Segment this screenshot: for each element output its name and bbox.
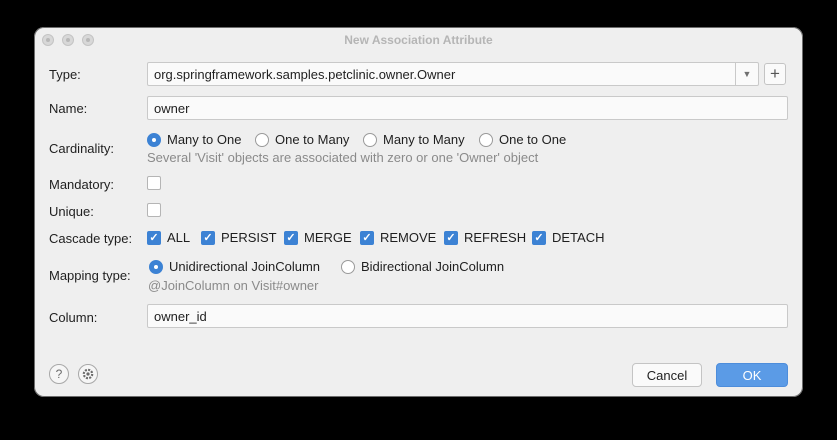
add-type-button[interactable]: +	[764, 63, 786, 85]
help-icon: ?	[55, 367, 63, 381]
radio-label: Many to One	[167, 132, 242, 147]
name-field[interactable]: owner	[147, 96, 788, 120]
type-value: org.springframework.samples.petclinic.ow…	[154, 67, 456, 82]
cardinality-radio-one-to-many[interactable]: One to Many	[255, 132, 349, 147]
cascade-checkbox-persist[interactable]: ✓ PERSIST	[201, 230, 277, 245]
radio-unselected-icon	[255, 132, 269, 147]
cancel-button[interactable]: Cancel	[632, 363, 702, 387]
checkbox-label: PERSIST	[221, 230, 277, 245]
radio-selected-icon	[149, 259, 163, 274]
plus-icon: +	[770, 64, 780, 83]
cardinality-radio-one-to-one[interactable]: One to One	[479, 132, 566, 147]
ok-button[interactable]: OK	[716, 363, 788, 387]
checkbox-label: MERGE	[304, 230, 352, 245]
column-value: owner_id	[154, 309, 207, 324]
checkmark-icon: ✓	[201, 230, 215, 245]
radio-label: Many to Many	[383, 132, 465, 147]
radio-selected-icon	[147, 132, 161, 147]
radio-label: One to One	[499, 132, 567, 147]
window-title: New Association Attribute	[344, 33, 493, 47]
checkbox-label: REMOVE	[380, 230, 437, 245]
checkmark-icon: ✓	[444, 230, 458, 245]
column-label: Column:	[49, 310, 98, 325]
mapping-radio-bidirectional[interactable]: Bidirectional JoinColumn	[341, 259, 504, 274]
name-label: Name:	[49, 101, 88, 116]
name-value: owner	[154, 101, 190, 116]
cascade-checkbox-refresh[interactable]: ✓ REFRESH	[444, 230, 526, 245]
help-button[interactable]: ?	[49, 364, 69, 384]
title-bar: New Association Attribute	[34, 27, 803, 53]
checkmark-icon: ✓	[284, 230, 298, 245]
radio-unselected-icon	[341, 259, 355, 274]
mapping-hint: @JoinColumn on Visit#owner	[148, 278, 319, 293]
column-field[interactable]: owner_id	[147, 304, 788, 328]
checkmark-icon: ✓	[147, 230, 161, 245]
radio-unselected-icon	[479, 132, 493, 147]
chevron-down-icon[interactable]: ▼	[735, 63, 758, 85]
checkbox-label: ALL	[167, 230, 191, 245]
mapping-label: Mapping type:	[49, 268, 131, 283]
checkmark-icon: ✓	[532, 230, 546, 245]
mandatory-label: Mandatory:	[49, 177, 115, 192]
type-combobox[interactable]: org.springframework.samples.petclinic.ow…	[147, 62, 759, 86]
radio-label: One to Many	[275, 132, 350, 147]
unique-checkbox[interactable]	[147, 203, 161, 217]
cascade-checkbox-detach[interactable]: ✓ DETACH	[532, 230, 604, 245]
radio-unselected-icon	[363, 132, 377, 147]
cardinality-radio-many-to-one[interactable]: Many to One	[147, 132, 241, 147]
type-label: Type:	[49, 67, 81, 82]
radio-label: Bidirectional JoinColumn	[361, 259, 505, 274]
cascade-checkbox-all[interactable]: ✓ ALL	[147, 230, 190, 245]
gear-icon	[82, 368, 94, 380]
cardinality-radio-many-to-many[interactable]: Many to Many	[363, 132, 465, 147]
cardinality-hint: Several 'Visit' objects are associated w…	[147, 150, 539, 165]
dialog-window: New Association Attribute Type: org.spri…	[34, 27, 803, 397]
unique-label: Unique:	[49, 204, 94, 219]
cascade-checkbox-merge[interactable]: ✓ MERGE	[284, 230, 352, 245]
checkmark-icon: ✓	[360, 230, 374, 245]
settings-button[interactable]	[78, 364, 98, 384]
cascade-checkbox-remove[interactable]: ✓ REMOVE	[360, 230, 436, 245]
mapping-radio-unidirectional[interactable]: Unidirectional JoinColumn	[149, 259, 320, 274]
checkbox-label: DETACH	[552, 230, 605, 245]
cascade-label: Cascade type:	[49, 231, 133, 246]
cardinality-label: Cardinality:	[49, 141, 115, 156]
radio-label: Unidirectional JoinColumn	[169, 259, 321, 274]
mandatory-checkbox[interactable]	[147, 176, 161, 190]
checkbox-label: REFRESH	[464, 230, 527, 245]
